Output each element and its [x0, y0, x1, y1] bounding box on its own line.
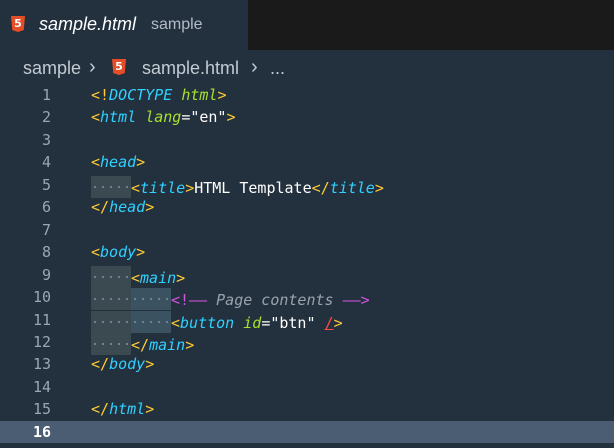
tab-description: sample: [151, 16, 203, 33]
tab-bar: 5 sample.html sample: [0, 0, 614, 50]
line-number: 14: [32, 377, 51, 396]
code-text: <body>: [91, 243, 146, 262]
code-text: <title>HTML Template</title>: [91, 175, 384, 198]
line-number: 7: [41, 220, 51, 239]
code-line[interactable]: 11 <button id="btn" />: [0, 309, 614, 333]
code-line[interactable]: 7: [0, 219, 614, 242]
code-line[interactable]: 1 <!DOCTYPE html>: [0, 84, 614, 107]
code-line[interactable]: 14: [0, 376, 614, 399]
code-line[interactable]: 16: [0, 420, 614, 444]
code-line[interactable]: 13 </body>: [0, 353, 614, 376]
line-number: 6: [41, 198, 51, 217]
code-text: </html>: [91, 400, 155, 419]
code-line[interactable]: 15 </html>: [0, 398, 614, 421]
code-text: </body>: [91, 355, 155, 374]
breadcrumb-symbols[interactable]: ...: [270, 58, 285, 79]
breadcrumb-folder[interactable]: sample: [23, 58, 81, 79]
code-line[interactable]: 9 <main>: [0, 264, 614, 288]
tab-title: sample.html: [39, 14, 137, 34]
code-line[interactable]: 2 <html lang="en">: [0, 106, 614, 129]
chevron-right-icon: ›: [89, 56, 96, 78]
line-number: 8: [41, 243, 51, 262]
code-text: </head>: [91, 198, 155, 217]
line-number: 1: [41, 86, 51, 104]
line-number: 11: [32, 310, 51, 329]
code-line[interactable]: 4 <head>: [0, 151, 614, 174]
code-editor[interactable]: 1 <!DOCTYPE html> 2 <html lang="en"> 3 4 <head…: [0, 84, 614, 448]
code-text: <button id="btn" />: [91, 310, 343, 333]
code-line[interactable]: 12 </main>: [0, 331, 614, 355]
code-line[interactable]: 6 </head>: [0, 196, 614, 219]
line-number: 15: [32, 400, 51, 419]
html5-icon: 5: [11, 16, 25, 32]
code-line[interactable]: 5 <title>HTML Template</title>: [0, 174, 614, 198]
line-number: 12: [32, 332, 51, 351]
breadcrumb: sample › 5 sample.html › ...: [0, 50, 614, 84]
line-number: 5: [41, 175, 51, 194]
chevron-right-icon: ›: [251, 56, 258, 78]
code-line[interactable]: 10 <!—— Page contents ——>: [0, 286, 614, 311]
code-text: <!—— Page contents ——>: [91, 288, 370, 311]
line-number: 9: [41, 265, 51, 284]
line-number: 3: [41, 130, 51, 149]
line-number: 16: [32, 422, 51, 441]
code-line[interactable]: 3: [0, 129, 614, 152]
code-text: <!DOCTYPE html>: [91, 86, 227, 104]
tab-sample-html[interactable]: 5 sample.html sample: [0, 0, 248, 50]
code-text: <html lang="en">: [91, 108, 236, 127]
breadcrumb-file[interactable]: sample.html: [142, 58, 239, 79]
code-text: <head>: [91, 153, 146, 172]
line-number: 4: [41, 153, 51, 172]
line-number: 2: [41, 108, 51, 127]
html5-icon: 5: [112, 59, 126, 75]
line-number: 13: [32, 355, 51, 374]
line-number: 10: [32, 288, 51, 307]
code-text: </main>: [91, 332, 194, 355]
code-text: <main>: [91, 265, 185, 288]
code-line[interactable]: 8 <body>: [0, 241, 614, 264]
